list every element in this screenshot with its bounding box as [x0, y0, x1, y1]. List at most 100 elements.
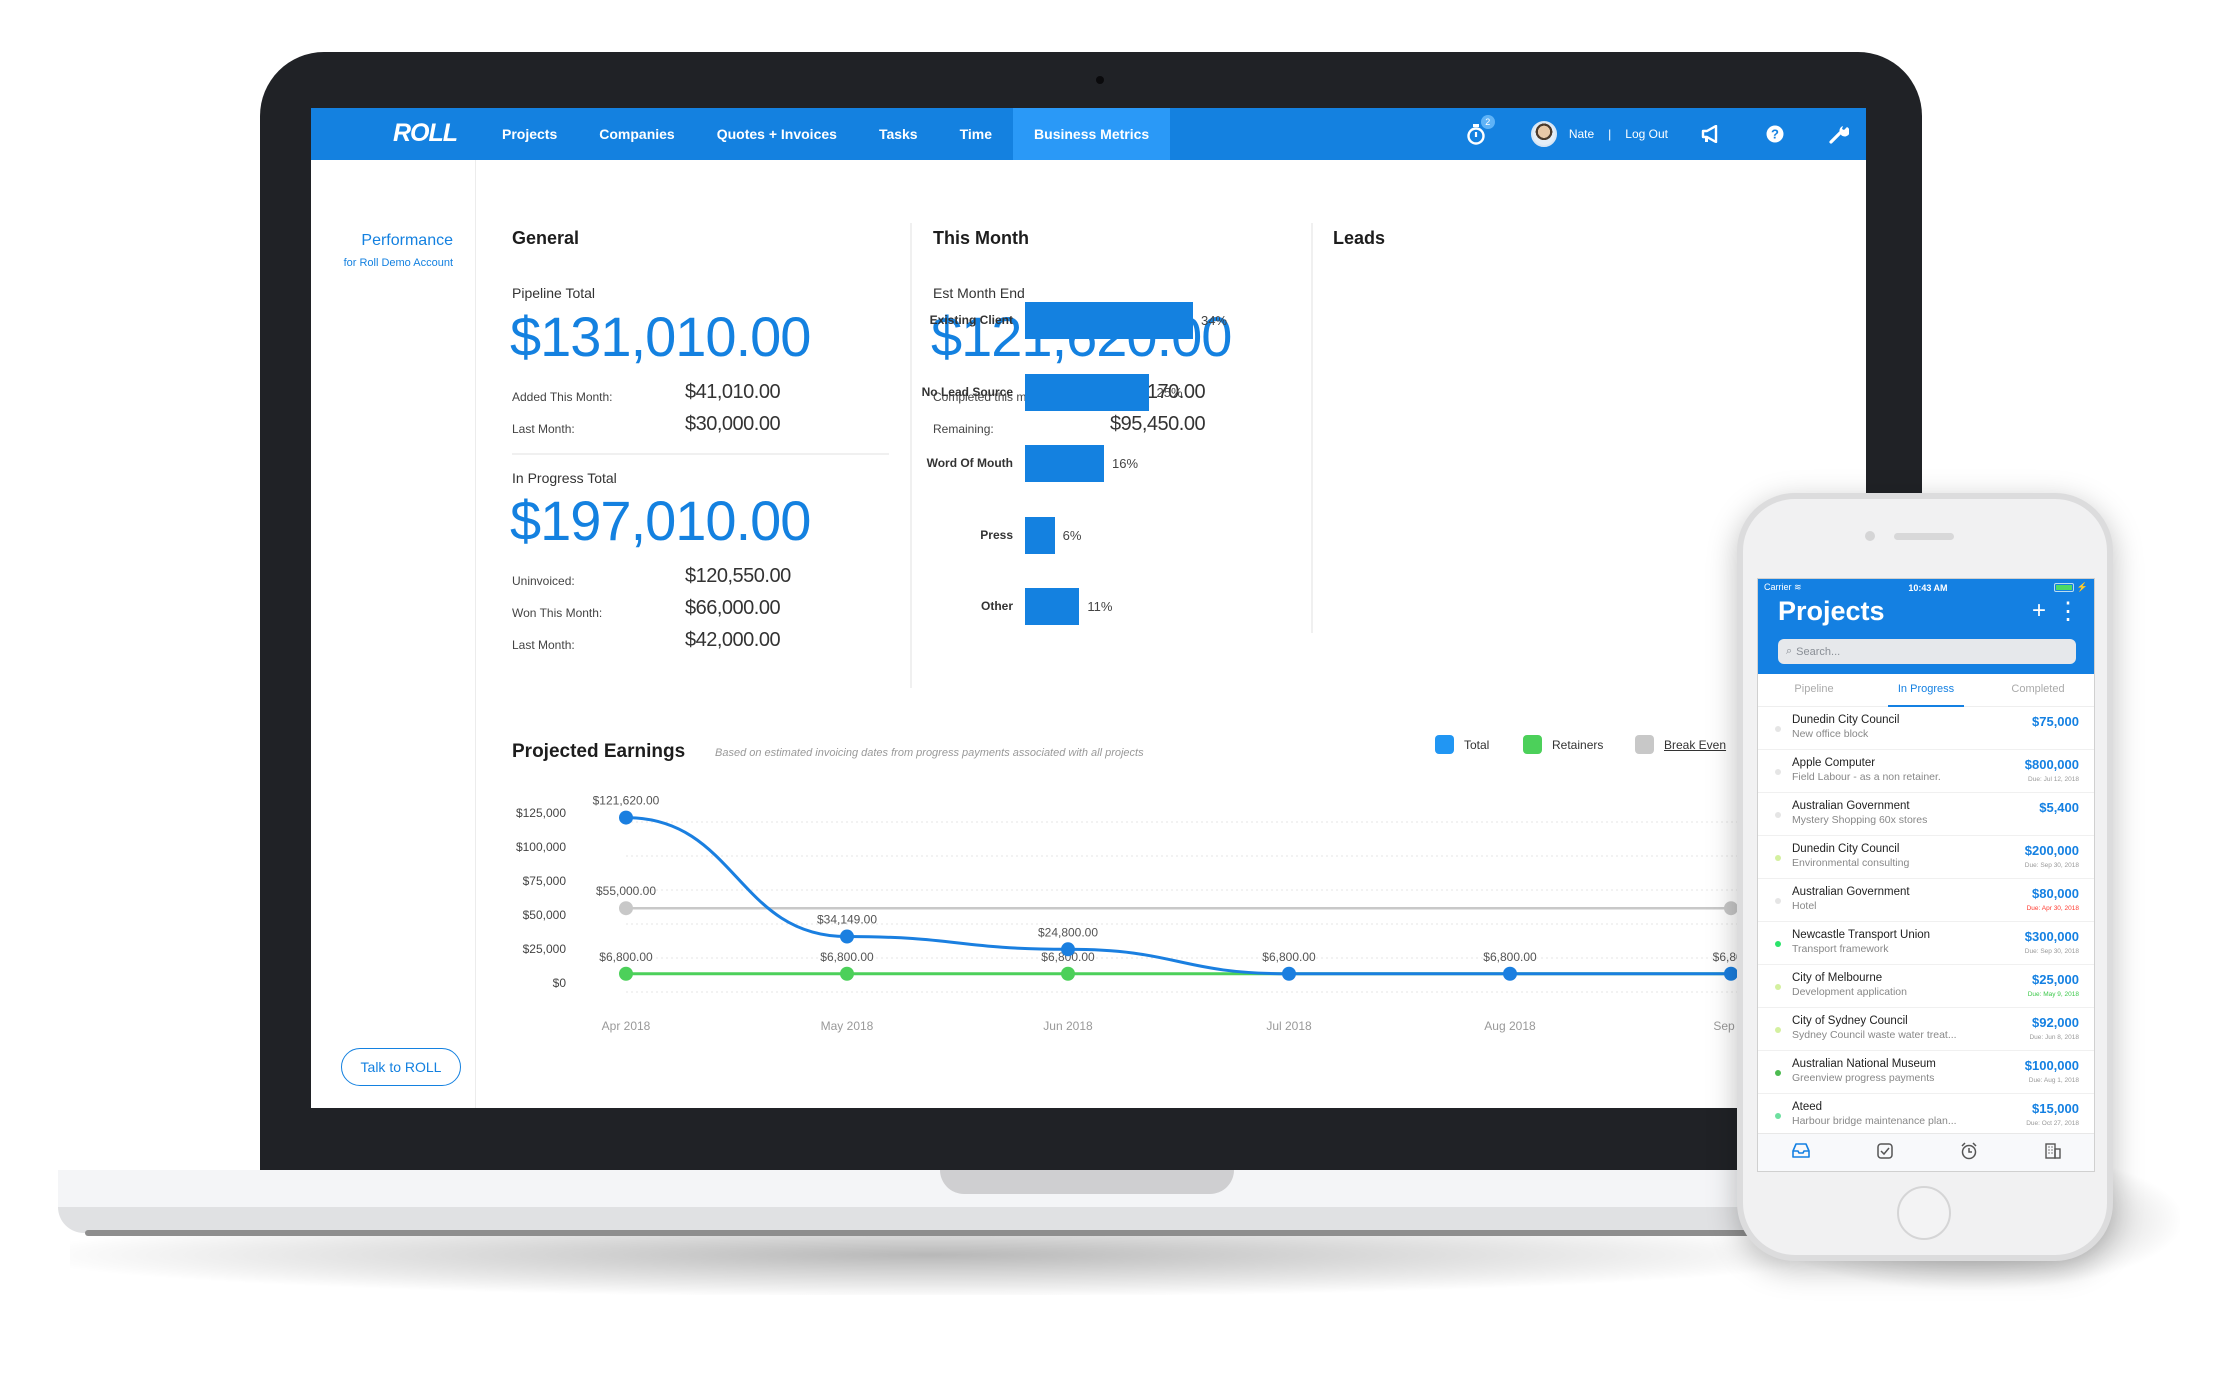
data-point[interactable] — [619, 901, 633, 916]
more-icon[interactable]: ⋮ — [2056, 597, 2080, 626]
alarm-clock-icon[interactable] — [1960, 1141, 1978, 1164]
project-description: Mystery Shopping 60x stores — [1792, 814, 1928, 826]
lead-bar[interactable] — [1025, 373, 1149, 411]
project-amount: $300,000 — [2024, 929, 2079, 944]
status-dot — [1775, 941, 1781, 947]
logout-link[interactable]: Log Out — [1625, 127, 1668, 141]
nav-item-companies[interactable]: Companies — [578, 108, 695, 160]
project-row[interactable]: Dunedin City Council Environmental consul… — [1758, 836, 2094, 879]
project-amount: $75,000 — [2032, 714, 2079, 729]
phone-tab-pipeline[interactable]: Pipeline — [1758, 674, 1870, 706]
lead-bar[interactable] — [1025, 445, 1105, 482]
status-dot — [1775, 855, 1781, 861]
project-row[interactable]: Australian Government Mystery Shopping 60… — [1758, 793, 2094, 836]
legend-break-even-label: Break Even — [1664, 737, 1727, 752]
lead-bar[interactable] — [1025, 588, 1080, 625]
legend-total[interactable]: Total — [1435, 735, 1489, 754]
nav-item-quotes-invoices[interactable]: Quotes + Invoices — [696, 108, 858, 160]
general-divider — [512, 453, 889, 455]
laptop-camera — [1096, 76, 1104, 84]
lead-label: No Lead Source — [921, 384, 1013, 399]
project-company: Ateed — [1792, 1101, 1823, 1113]
phone-home-button[interactable] — [1897, 1186, 1951, 1240]
phone-tab-in-progress[interactable]: In Progress — [1870, 674, 1982, 707]
project-row[interactable]: Dunedin City Council New office block $75,… — [1758, 707, 2094, 750]
legend-retainers[interactable]: Retainers — [1523, 735, 1603, 754]
status-dot — [1775, 984, 1781, 990]
project-amount: $100,000 — [2024, 1058, 2079, 1073]
building-icon[interactable] — [2044, 1142, 2061, 1163]
project-description: Greenview progress payments — [1792, 1072, 1935, 1084]
help-icon[interactable]: ? — [1760, 119, 1790, 149]
data-point[interactable] — [1061, 966, 1075, 981]
project-amount: $200,000 — [2024, 843, 2079, 858]
in-progress-total: $197,010.00 — [510, 489, 811, 552]
legend-break-even[interactable]: Break Even — [1635, 735, 1726, 754]
wrench-icon[interactable] — [1824, 119, 1854, 149]
search-input[interactable]: ⌕ Search... — [1778, 639, 2076, 664]
status-dot — [1775, 769, 1781, 775]
project-company: Australian Government — [1792, 800, 1910, 812]
nav-item-tasks[interactable]: Tasks — [858, 108, 939, 160]
project-company: Dunedin City Council — [1792, 714, 1900, 726]
data-point[interactable] — [1724, 966, 1738, 981]
timer-badge: 2 — [1480, 115, 1495, 129]
project-row[interactable]: City of Melbourne Development application… — [1758, 965, 2094, 1008]
status-time: 10:43 AM — [1908, 582, 1948, 593]
data-point[interactable] — [1724, 901, 1738, 916]
checkbox-icon[interactable] — [1876, 1142, 1893, 1163]
lead-label: Other — [980, 599, 1013, 613]
project-due-date: Due: Apr 30, 2018 — [2026, 905, 2079, 912]
lead-label: Press — [980, 527, 1013, 542]
projected-earnings-title: Projected Earnings — [512, 741, 686, 762]
nav-item-time[interactable]: Time — [939, 108, 1013, 160]
data-point[interactable] — [840, 929, 854, 944]
performance-title[interactable]: Performance — [361, 232, 453, 250]
data-label: $6,800.00 — [599, 950, 653, 964]
lead-percent: 34% — [1201, 313, 1228, 328]
project-row[interactable]: Ateed Harbour bridge maintenance plan... $… — [1758, 1094, 2094, 1137]
data-point[interactable] — [840, 966, 854, 981]
projected-earnings-subtitle: Based on estimated invoicing dates from … — [715, 747, 1144, 759]
est-month-end-label: Est Month End — [933, 285, 1025, 301]
phone-header: Carrier ≋ 10:43 AM ⚡ Projects + ⋮ ⌕ Sear… — [1758, 579, 2094, 674]
x-tick-label: Jul 2018 — [1266, 1019, 1312, 1033]
lead-bar[interactable] — [1025, 516, 1055, 554]
project-row[interactable]: City of Sydney Council Sydney Council was… — [1758, 1008, 2094, 1051]
data-point[interactable] — [619, 810, 633, 825]
project-row[interactable]: Australian Government Hotel $80,000 Due: Ap… — [1758, 879, 2094, 922]
project-description: Sydney Council waste water treat... — [1792, 1029, 1957, 1041]
project-description: Hotel — [1792, 900, 1817, 912]
project-row[interactable]: Apple Computer Field Labour - as a non re… — [1758, 750, 2094, 793]
project-amount: $800,000 — [2024, 757, 2079, 772]
inbox-icon[interactable] — [1791, 1142, 1810, 1163]
project-row[interactable]: Australian National Museum Greenview prog… — [1758, 1051, 2094, 1094]
ip-last-month-value: $42,000.00 — [685, 629, 781, 651]
lead-bar[interactable] — [1025, 302, 1193, 339]
project-description: Transport framework — [1792, 943, 1889, 955]
megaphone-icon[interactable] — [1696, 119, 1726, 149]
roll-logo[interactable]: ROLL — [393, 119, 458, 148]
data-point[interactable] — [1061, 942, 1075, 957]
data-point[interactable] — [1282, 966, 1296, 981]
separator: | — [1608, 127, 1612, 141]
stopwatch-icon[interactable]: 2 — [1461, 115, 1495, 149]
phone-tab-completed[interactable]: Completed — [1982, 674, 2094, 706]
y-tick-label: $125,000 — [516, 806, 566, 820]
status-dot — [1775, 1070, 1781, 1076]
nav-right: 2 Nate | Log Out ? — [1461, 108, 1866, 160]
won-label: Won This Month: — [512, 606, 603, 620]
project-row[interactable]: Newcastle Transport Union Transport frame… — [1758, 922, 2094, 965]
data-point[interactable] — [619, 966, 633, 981]
user-name[interactable]: Nate — [1569, 127, 1594, 141]
project-description: Field Labour - as a non retainer. — [1792, 771, 1941, 783]
status-dot — [1775, 1027, 1781, 1033]
add-icon[interactable]: + — [2032, 597, 2046, 626]
project-amount: $92,000 — [2032, 1015, 2079, 1030]
data-point[interactable] — [1503, 966, 1517, 981]
battery-icon: ⚡ — [2054, 582, 2088, 593]
x-tick-label: May 2018 — [821, 1019, 874, 1033]
avatar[interactable] — [1530, 121, 1557, 147]
nav-item-projects[interactable]: Projects — [481, 108, 578, 160]
nav-item-business-metrics[interactable]: Business Metrics — [1013, 108, 1171, 160]
